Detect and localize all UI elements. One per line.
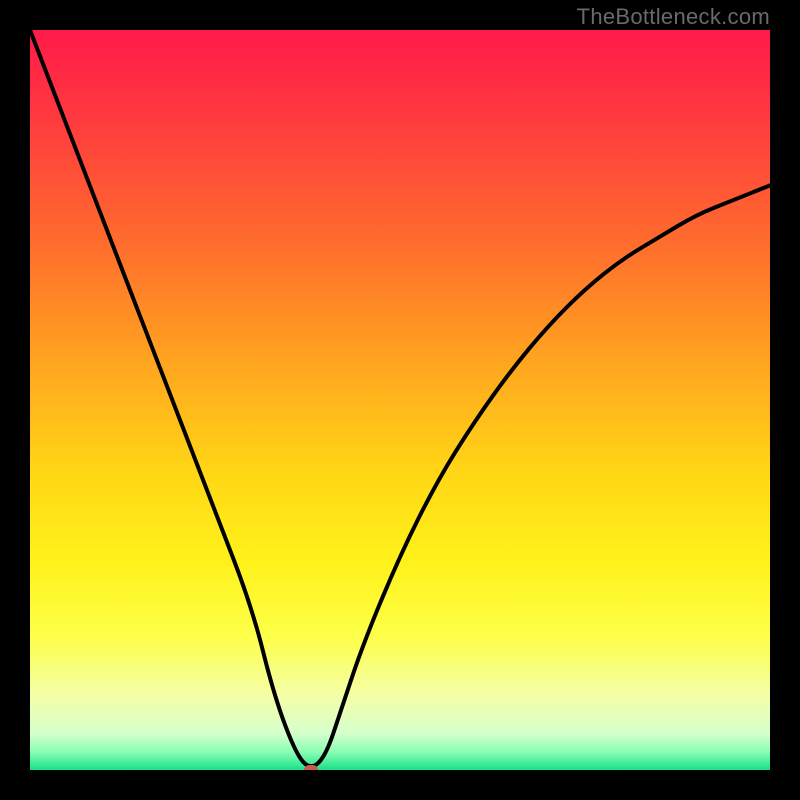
- minimum-marker-icon: [304, 765, 318, 770]
- watermark-text: TheBottleneck.com: [577, 4, 770, 30]
- bottleneck-curve: [30, 30, 770, 770]
- plot-area: [30, 30, 770, 770]
- chart-frame: TheBottleneck.com: [0, 0, 800, 800]
